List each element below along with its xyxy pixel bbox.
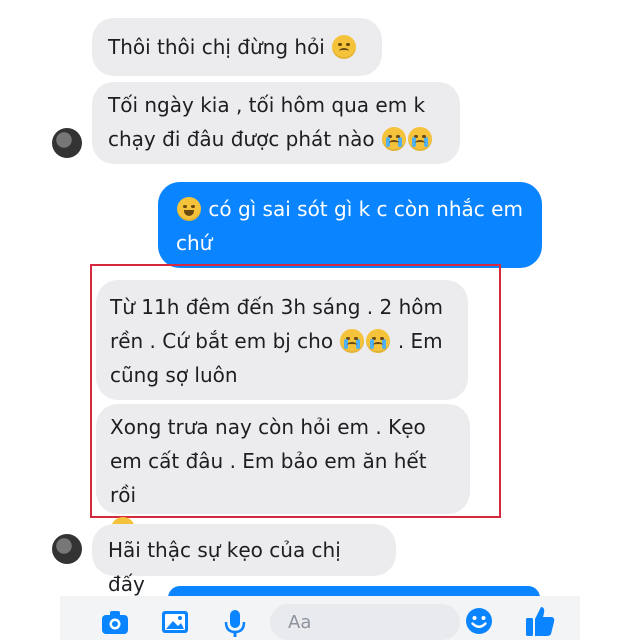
camera-icon[interactable] bbox=[100, 608, 130, 640]
disappointed-emoji-icon bbox=[332, 35, 357, 59]
crying-emoji-icon bbox=[340, 329, 365, 353]
incoming-message: Xong trưa nay còn hỏi em . Kẹo em cất đâ… bbox=[96, 404, 470, 541]
avatar[interactable] bbox=[52, 128, 82, 158]
avatar[interactable] bbox=[52, 534, 82, 564]
incoming-message: Hãi thậc sự kẹo của chị đấy bbox=[92, 524, 396, 596]
messenger-screenshot: Thôi thôi chị đừng hỏi Tối ngày kia , tố… bbox=[0, 0, 640, 640]
outgoing-message: có gì sai sót gì k c còn nhắc em chứ bbox=[158, 182, 542, 268]
image-icon[interactable] bbox=[160, 608, 190, 640]
incoming-message: Thôi thôi chị đừng hỏi bbox=[92, 18, 382, 76]
incoming-message: Tối ngày kia , tối hôm qua em k chạy đi … bbox=[92, 82, 460, 164]
crying-emoji-icon bbox=[366, 329, 391, 353]
message-input-placeholder: Aa bbox=[288, 612, 312, 633]
crying-emoji-icon bbox=[382, 127, 407, 151]
crying-emoji-icon bbox=[408, 127, 433, 151]
emoji-icon[interactable] bbox=[464, 606, 494, 640]
thumbs-up-icon[interactable] bbox=[524, 604, 556, 640]
incoming-message: Từ 11h đêm đến 3h sáng . 2 hôm rền . Cứ … bbox=[96, 280, 468, 400]
laughing-emoji-icon bbox=[177, 197, 201, 221]
microphone-icon[interactable] bbox=[222, 608, 248, 640]
message-input[interactable]: Aa bbox=[270, 604, 460, 640]
